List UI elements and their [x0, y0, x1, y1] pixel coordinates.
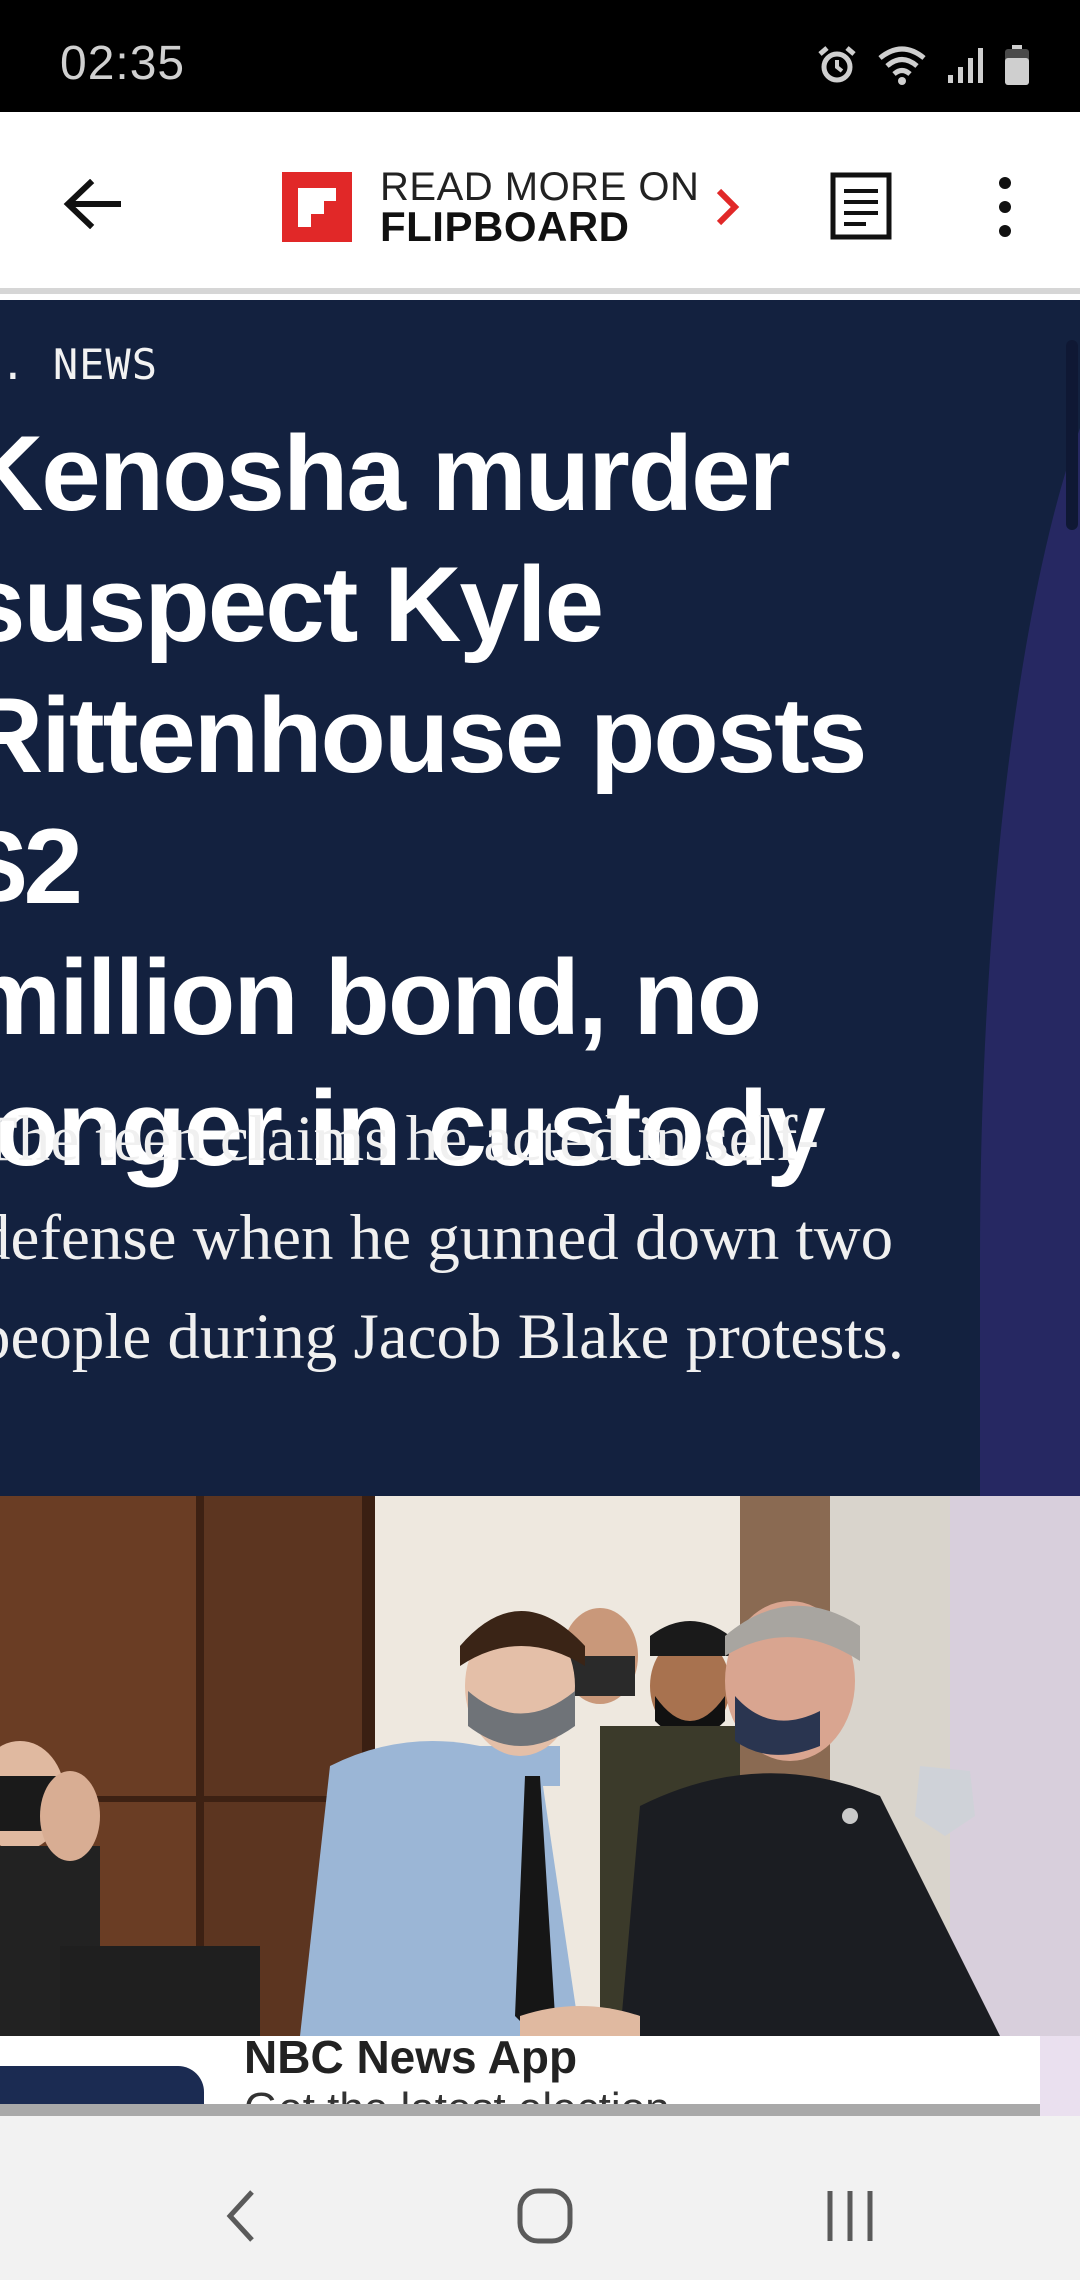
- flipboard-cta-text: READ MORE ON FLIPBOARD: [380, 165, 700, 250]
- flipboard-cta-line2: FLIPBOARD: [380, 203, 630, 250]
- status-time: 02:35: [60, 37, 186, 90]
- headline-line: Rittenhouse posts $2: [0, 675, 867, 926]
- nav-home-icon: [517, 2188, 573, 2244]
- reader-mode-icon: [830, 172, 892, 240]
- arrow-left-icon: [63, 179, 121, 229]
- headline: Kenosha murder suspect Kyle Rittenhouse …: [0, 408, 986, 1194]
- nav-home-button[interactable]: [495, 2166, 595, 2266]
- ad-progress-bar: [0, 2104, 1040, 2116]
- section-label: S. NEWS: [0, 340, 159, 389]
- headline-line: Kenosha murder: [0, 413, 790, 533]
- signal-icon: [948, 48, 983, 83]
- more-vertical-icon-dot: [999, 225, 1011, 237]
- ad-title: NBC News App: [244, 2036, 578, 2083]
- reader-mode-button[interactable]: [830, 172, 900, 242]
- article-dek: The teen claims he acted in self- defens…: [0, 1090, 958, 1387]
- ad-edge: [1040, 2036, 1080, 2116]
- nav-recents-button[interactable]: [800, 2166, 900, 2266]
- courtroom-photo-image: [0, 1496, 1080, 2036]
- ad-banner[interactable]: NBC News App Get the latest election: [0, 2036, 1080, 2116]
- app-bar: READ MORE ON FLIPBOARD: [0, 112, 1080, 294]
- nav-back-icon: [226, 2190, 254, 2242]
- read-more-on-flipboard-link[interactable]: READ MORE ON FLIPBOARD: [282, 162, 743, 252]
- more-vertical-icon-dot: [999, 177, 1011, 189]
- decorative-curve: [980, 300, 1080, 1496]
- headline-line: suspect Kyle: [0, 544, 604, 664]
- article-header: S. NEWS Kenosha murder suspect Kyle Ritt…: [0, 300, 1080, 1496]
- wifi-icon: [878, 46, 926, 85]
- more-vertical-icon-dot: [999, 201, 1011, 213]
- nav-back-button[interactable]: [190, 2166, 290, 2266]
- back-button[interactable]: [52, 164, 132, 244]
- flipboard-logo-icon: [282, 172, 352, 242]
- more-options-button[interactable]: [980, 172, 1030, 242]
- dek-line: defense when he gunned down two: [0, 1202, 894, 1274]
- alarm-icon: [818, 46, 856, 83]
- nav-recents-icon: [827, 2191, 873, 2241]
- headline-line: million bond, no: [0, 937, 762, 1057]
- scroll-indicator[interactable]: [1066, 340, 1078, 530]
- article-photo: [0, 1496, 1080, 2036]
- battery-icon: [1005, 45, 1029, 85]
- flipboard-cta-line1: READ MORE ON: [380, 165, 700, 209]
- dek-line: people during Jacob Blake protests.: [0, 1301, 905, 1373]
- chevron-right-icon: [717, 188, 740, 226]
- system-navigation-bar: [0, 2116, 1080, 2280]
- status-bar: 02:35: [0, 0, 1080, 112]
- dek-line: The teen claims he acted in self-: [0, 1103, 820, 1175]
- status-icons: [816, 40, 1030, 90]
